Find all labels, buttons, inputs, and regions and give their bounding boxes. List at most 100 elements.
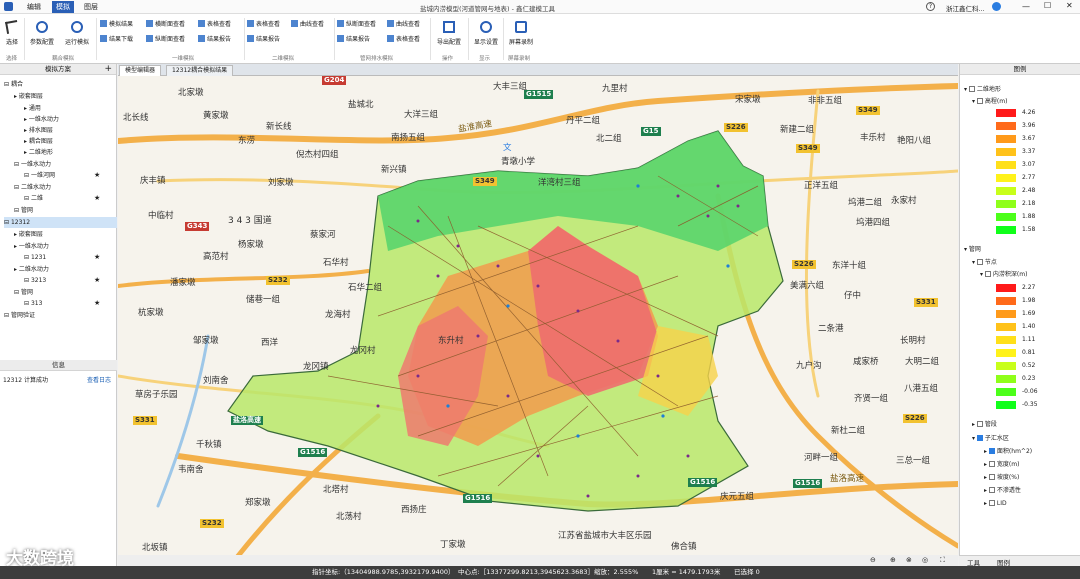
- tree-node-icon[interactable]: ⊟: [24, 195, 31, 202]
- tree-item[interactable]: ▸ 通用: [24, 103, 117, 114]
- tree-item[interactable]: ▸ 耦合图层: [24, 136, 117, 147]
- display-settings-button[interactable]: 显示设置: [469, 16, 503, 46]
- tree-item[interactable]: ▸ 一维水动力: [24, 114, 117, 125]
- tree-item[interactable]: ⊟ 耦合: [4, 79, 117, 90]
- tree-node-icon[interactable]: ⊟: [24, 254, 31, 261]
- tree-item[interactable]: ⊟ 313 ★: [24, 298, 117, 309]
- table-view2-button[interactable]: 表格查看: [247, 19, 280, 31]
- v-section-button[interactable]: 纵断面查看: [146, 34, 185, 46]
- tab-model-editor[interactable]: 模型编辑器: [119, 65, 162, 76]
- zoom-in-icon[interactable]: ⊕: [890, 556, 896, 564]
- tree-item[interactable]: ⊟ 1231 ★: [24, 252, 117, 263]
- pan-icon[interactable]: ⊗: [906, 556, 912, 564]
- legend-section-pipes[interactable]: ▾ 管网: [964, 244, 981, 255]
- v-section2-button[interactable]: 纵断面查看: [337, 19, 376, 31]
- checkbox[interactable]: [976, 259, 983, 265]
- tree-item[interactable]: ▸ 二维地形: [24, 147, 117, 158]
- legend-item-pipe-segment[interactable]: ▸ 管段: [972, 419, 997, 430]
- avatar[interactable]: [992, 2, 1001, 11]
- star-icon[interactable]: ★: [94, 298, 100, 309]
- menu-layers[interactable]: 图层: [84, 2, 98, 12]
- legend-subitem[interactable]: ▸ 面积(hm^2): [984, 446, 1032, 457]
- tree-item[interactable]: ⊟ 一维河网 ★: [24, 170, 117, 181]
- tree-item[interactable]: ▸ 嵌套图层: [14, 229, 117, 240]
- checkbox[interactable]: [968, 86, 975, 92]
- app-icon[interactable]: [4, 2, 13, 11]
- screen-record-button[interactable]: 屏幕录制: [504, 16, 538, 46]
- fullscreen-icon[interactable]: ⛶: [940, 556, 945, 565]
- tree-item[interactable]: ⊟ 3213 ★: [24, 275, 117, 286]
- tree-node-icon[interactable]: ⊟: [24, 172, 31, 179]
- run-simulation-button[interactable]: 运行模拟: [60, 16, 94, 46]
- checkbox[interactable]: [988, 487, 995, 493]
- tree-node-icon[interactable]: ⊟: [14, 161, 21, 168]
- checkbox[interactable]: [988, 474, 995, 480]
- tree-item[interactable]: ⊟ 12312: [4, 217, 117, 228]
- result-report2-button[interactable]: 结果报告: [247, 34, 280, 46]
- tree-item[interactable]: ⊟ 管网: [14, 205, 117, 216]
- tree-item[interactable]: ▸ 一维水动力: [14, 241, 117, 252]
- legend-item-elevation[interactable]: ▾ 高程(m): [972, 96, 1007, 107]
- checkbox[interactable]: [988, 461, 995, 467]
- tree-node-icon[interactable]: ⊟: [24, 300, 31, 307]
- checkbox[interactable]: [976, 98, 983, 104]
- tab-coupled-result[interactable]: 12312耦合模拟结果: [166, 65, 234, 76]
- view-log-link[interactable]: 查看日志: [87, 375, 111, 384]
- star-icon[interactable]: ★: [94, 193, 100, 204]
- map-view[interactable]: 北家墩 黄家墩 北长线 新长线 东涝 倪杰村四组 刘家墩 庆丰镇 中临村 蔡家河…: [118, 76, 958, 555]
- tree-node-icon[interactable]: ⊟: [14, 289, 21, 296]
- help-icon[interactable]: ?: [926, 2, 935, 11]
- checkbox[interactable]: [976, 435, 983, 441]
- checkbox[interactable]: [988, 500, 995, 506]
- legend-subitem[interactable]: ▸ LID: [984, 498, 1007, 509]
- export-config-button[interactable]: 导出配置: [432, 16, 466, 46]
- legend-subitem[interactable]: ▸ 宽度(m): [984, 459, 1019, 470]
- h-section-button[interactable]: 横断面查看: [146, 19, 185, 31]
- result-download-button[interactable]: 结果下载: [100, 34, 133, 46]
- legend-item-subcatchment[interactable]: ▾ 子汇水区: [972, 433, 1009, 444]
- checkbox[interactable]: [984, 271, 991, 277]
- maximize-icon[interactable]: ☐: [1044, 1, 1051, 10]
- tree-item[interactable]: ▸ 嵌套图层: [14, 91, 117, 102]
- star-icon[interactable]: ★: [94, 275, 100, 286]
- close-icon[interactable]: ✕: [1066, 1, 1073, 10]
- sim-result-button[interactable]: 模拟结果: [100, 19, 133, 31]
- legend-item-flood-depth[interactable]: ▾ 内涝积深(m): [980, 269, 1027, 280]
- legend-section-terrain[interactable]: ▾ 二维地形: [964, 84, 1001, 95]
- tree-node-icon[interactable]: ⊟: [4, 312, 11, 319]
- tree-item[interactable]: ▸ 二维水动力: [14, 264, 117, 275]
- tree-item[interactable]: ▸ 排水图层: [24, 125, 117, 136]
- map-toolbar: ⊖ ⊕ ⊗ ◎ ⛶: [118, 555, 958, 566]
- legend-item-node[interactable]: ▾ 节点: [972, 257, 997, 268]
- result-report3-button[interactable]: 结果报告: [337, 34, 370, 46]
- tree-item[interactable]: ⊟ 管网验证: [4, 310, 117, 321]
- param-config-button[interactable]: 参数配置: [25, 16, 59, 46]
- tree-item[interactable]: ⊟ 二维 ★: [24, 193, 117, 204]
- tree-node-icon[interactable]: ⊟: [4, 219, 11, 226]
- tree-node-icon[interactable]: ⊟: [24, 277, 31, 284]
- tree-node-icon[interactable]: ⊟: [4, 81, 11, 88]
- checkbox[interactable]: [976, 421, 983, 427]
- curve-view2-button[interactable]: 曲线查看: [387, 19, 420, 31]
- minimize-icon[interactable]: —: [1022, 2, 1030, 11]
- legend-subitem[interactable]: ▸ 不渗透性: [984, 485, 1021, 496]
- star-icon[interactable]: ★: [94, 252, 100, 263]
- tree-node-icon[interactable]: ⊟: [14, 207, 21, 214]
- result-report-button[interactable]: 结果报告: [198, 34, 231, 46]
- tree-item[interactable]: ⊟ 一维水动力: [14, 159, 117, 170]
- legend-subitem[interactable]: ▸ 坡度(%): [984, 472, 1019, 483]
- zoom-out-icon[interactable]: ⊖: [870, 556, 876, 564]
- add-icon[interactable]: +: [104, 64, 112, 75]
- menu-simulate[interactable]: 模拟: [52, 1, 74, 13]
- table-view3-button[interactable]: 表格查看: [387, 34, 420, 46]
- checkbox[interactable]: [988, 448, 995, 454]
- table-view-button[interactable]: 表格查看: [198, 19, 231, 31]
- tree-node-icon[interactable]: ⊟: [14, 184, 21, 191]
- locate-icon[interactable]: ◎: [922, 556, 928, 564]
- map-label: 九户沟: [796, 361, 822, 371]
- tree-item[interactable]: ⊟ 管网: [14, 287, 117, 298]
- curve-view-button[interactable]: 曲线查看: [291, 19, 324, 31]
- tree-item[interactable]: ⊟ 二维水动力: [14, 182, 117, 193]
- star-icon[interactable]: ★: [94, 170, 100, 181]
- menu-edit[interactable]: 编辑: [27, 2, 41, 12]
